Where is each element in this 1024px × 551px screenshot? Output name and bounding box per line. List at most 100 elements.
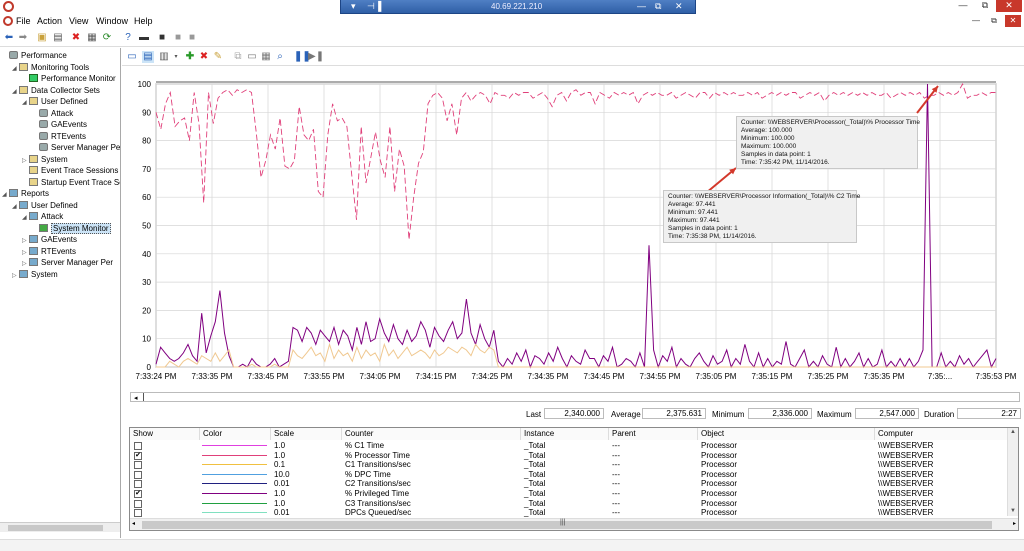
table-row[interactable]: 0.01 DPCs Queued/sec _Total --- Processor \\W…: [130, 508, 1008, 518]
show-checkbox[interactable]: [134, 442, 142, 450]
scroll-left-icon[interactable]: ◂: [134, 394, 138, 402]
show-checkbox[interactable]: ✔: [134, 490, 142, 498]
properties-panel-icon[interactable]: ▦: [260, 51, 272, 63]
table-row[interactable]: 1.0 C3 Transitions/sec _Total --- Processor \…: [130, 499, 1008, 509]
show-checkbox[interactable]: [134, 509, 142, 518]
tree-dcs-gaevents[interactable]: GAEvents: [32, 119, 87, 130]
table-row[interactable]: 1.0 % C1 Time _Total --- Processor \\WEBSERVE…: [130, 441, 1008, 451]
rdp-minimize-icon[interactable]: —: [637, 1, 646, 11]
delete-icon[interactable]: ✖: [70, 32, 82, 44]
console-icon[interactable]: ▬: [138, 32, 150, 44]
col-computer[interactable]: Computer: [875, 428, 1008, 440]
tree-rep-system[interactable]: ▷ System: [12, 269, 58, 280]
table-row[interactable]: 0.1 C1 Transitions/sec _Total --- Processor \…: [130, 460, 1008, 470]
tree-rep-rtevents[interactable]: ▷ RTEvents: [22, 246, 76, 257]
mdi-close-button[interactable]: ✕: [1005, 15, 1021, 27]
mdi-minimize-button[interactable]: —: [968, 15, 984, 27]
table-row[interactable]: 0.01 C2 Transitions/sec _Total --- Processor…: [130, 479, 1008, 489]
tree-monitoring-tools[interactable]: ◢ Monitoring Tools: [12, 62, 89, 73]
pin-icon[interactable]: ▾: [351, 1, 356, 12]
expander-icon[interactable]: ▷: [12, 271, 19, 282]
rdp-restore-icon[interactable]: ⧉: [655, 1, 661, 12]
expander-icon[interactable]: ◢: [2, 190, 9, 201]
change-graph-type-icon[interactable]: ▥: [158, 51, 170, 63]
rdp-close-icon[interactable]: ✕: [675, 1, 683, 12]
tree-performance[interactable]: Performance: [2, 50, 67, 61]
menu-help[interactable]: Help: [134, 16, 153, 26]
legend-horizontal-scrollbar[interactable]: ◂ ||| ▸: [130, 518, 1018, 530]
tree-event-trace-sessions[interactable]: Event Trace Sessions: [22, 165, 118, 176]
tree-rep-gaevents[interactable]: ▷ GAEvents: [22, 234, 77, 245]
view-current-activity-icon[interactable]: ▭: [126, 51, 138, 63]
legend-scroll-right-icon[interactable]: ▸: [1013, 520, 1016, 527]
tree-startup-event-trace[interactable]: Startup Event Trace Ses: [22, 177, 120, 188]
col-color[interactable]: Color: [200, 428, 271, 440]
show-checkbox[interactable]: [134, 499, 142, 508]
tree-rep-user-defined[interactable]: ◢ User Defined: [12, 200, 78, 211]
properties-icon[interactable]: ▦: [86, 32, 98, 44]
tree-rep-attack[interactable]: ◢ Attack: [22, 211, 63, 222]
refresh-icon[interactable]: ⟳: [101, 32, 113, 44]
paste-counter-list-icon[interactable]: ▭: [246, 51, 258, 63]
tree-data-collector-sets[interactable]: ◢ Data Collector Sets: [12, 85, 100, 96]
tree-dcs-system[interactable]: ▷ System: [22, 154, 68, 165]
graph-type-dropdown-icon[interactable]: ▾: [170, 51, 182, 63]
zoom-icon[interactable]: ⌕: [274, 51, 286, 63]
mdi-restore-button[interactable]: ⧉: [986, 15, 1002, 27]
stop-icon[interactable]: ■: [172, 32, 184, 44]
window-close-button[interactable]: ✕: [996, 0, 1022, 12]
expander-icon[interactable]: ◢: [12, 202, 19, 213]
expander-icon[interactable]: ◢: [22, 98, 29, 109]
show-checkbox[interactable]: [134, 461, 142, 470]
record-icon[interactable]: ■: [156, 32, 168, 44]
legend-scroll-left-icon[interactable]: ◂: [132, 520, 135, 527]
back-icon[interactable]: ⬅: [3, 32, 15, 44]
show-checkbox[interactable]: [134, 470, 142, 479]
col-object[interactable]: Object: [698, 428, 875, 440]
tree-dcs-server-manager[interactable]: Server Manager Per: [32, 142, 120, 153]
chart-time-scrollbar[interactable]: ◂: [130, 392, 1020, 402]
expander-icon[interactable]: ◢: [12, 87, 19, 98]
menu-file[interactable]: File: [16, 16, 31, 26]
perfmon-menu-icon[interactable]: [3, 16, 13, 26]
menu-view[interactable]: View: [69, 16, 88, 26]
update-data-icon[interactable]: ▶❚: [308, 51, 324, 63]
show-checkbox[interactable]: [134, 480, 142, 489]
forward-icon[interactable]: ➡: [17, 32, 29, 44]
menu-action[interactable]: Action: [37, 16, 62, 26]
help-icon[interactable]: ?: [122, 32, 134, 44]
add-counter-icon[interactable]: ✚: [184, 51, 196, 63]
performance-chart[interactable]: 0 10 20 30 40 50 60 70 80 90 100 7:33:24 PM 7:33:35 …: [126, 68, 1024, 386]
col-show[interactable]: Show: [130, 428, 200, 440]
up-folder-icon[interactable]: ▣: [36, 32, 48, 44]
table-row[interactable]: ✔ 1.0 % Privileged Time _Total --- Processor \…: [130, 489, 1008, 499]
scroll-up-icon[interactable]: ▲: [1010, 429, 1016, 435]
col-parent[interactable]: Parent: [609, 428, 698, 440]
highlight-icon[interactable]: ✎: [212, 51, 224, 63]
freeze-display-icon[interactable]: ❚❚: [294, 51, 311, 63]
remote-desktop-connection-bar[interactable]: ▾ ⊣▐ 40.69.221.210 — ⧉ ✕: [340, 0, 696, 14]
legend-vertical-scrollbar[interactable]: ▲ ▼: [1007, 428, 1018, 516]
tree-rep-system-monitor[interactable]: System Monitor: [32, 222, 111, 234]
copy-properties-icon[interactable]: ⧉: [232, 51, 244, 63]
tree-dcs-rtevents[interactable]: RTEvents: [32, 131, 86, 142]
tree-reports[interactable]: ◢ Reports: [2, 188, 49, 199]
scroll-down-icon[interactable]: ▼: [1010, 508, 1016, 514]
tree-dcs-attack[interactable]: Attack: [32, 108, 73, 119]
show-hide-tree-icon[interactable]: ▤: [52, 32, 64, 44]
tree-dcs-user-defined[interactable]: ◢ User Defined: [22, 96, 88, 107]
menu-window[interactable]: Window: [96, 16, 128, 26]
col-instance[interactable]: Instance: [521, 428, 609, 440]
delete-counter-icon[interactable]: ✖: [198, 51, 210, 63]
tree-rep-server-manager[interactable]: ▷ Server Manager Per: [22, 257, 113, 268]
window-minimize-button[interactable]: —: [952, 0, 974, 12]
tree-performance-monitor[interactable]: Performance Monitor: [22, 73, 116, 84]
expander-icon[interactable]: ◢: [12, 64, 19, 75]
col-scale[interactable]: Scale: [271, 428, 342, 440]
table-row[interactable]: ✔ 1.0 % Processor Time _Total --- Processor \\…: [130, 451, 1008, 461]
schedule-icon[interactable]: ■: [186, 32, 198, 44]
expander-icon[interactable]: ◢: [22, 213, 29, 224]
show-checkbox[interactable]: ✔: [134, 451, 142, 460]
col-counter[interactable]: Counter: [342, 428, 521, 440]
view-log-data-icon[interactable]: ▤: [142, 51, 154, 63]
